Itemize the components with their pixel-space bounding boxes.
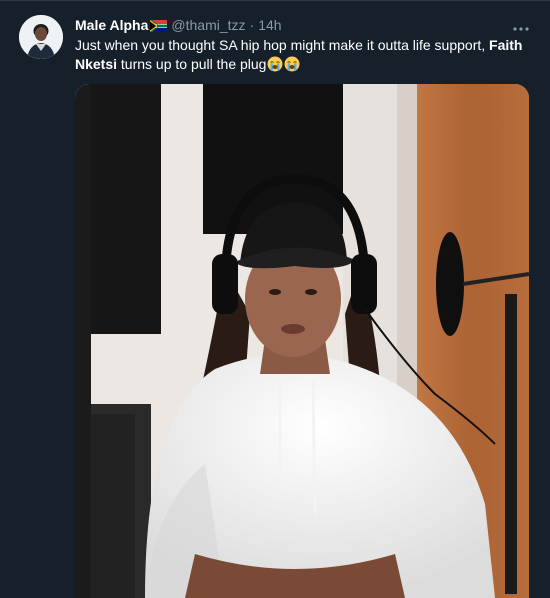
avatar[interactable] [19,15,63,59]
loudly-crying-face-icon [284,56,300,72]
tweet-card[interactable]: Male Alpha @thami_tzz · 14h Just when yo… [0,0,550,598]
timestamp[interactable]: 14h [258,17,281,33]
loudly-crying-face-icon [267,56,283,72]
tweet-header: Male Alpha @thami_tzz · 14h [75,15,282,35]
more-options-icon[interactable] [512,20,530,31]
tweet-text-part: Just when you thought SA hip hop might m… [75,37,490,53]
user-handle[interactable]: @thami_tzz [171,17,245,33]
display-name[interactable]: Male Alpha [75,17,148,33]
video-media[interactable] [75,84,529,598]
tweet-text: Just when you thought SA hip hop might m… [75,36,530,74]
south-africa-flag-icon [150,19,168,32]
separator-dot: · [249,17,255,33]
tweet-text-part: turns up to pull the plug [117,56,267,72]
divider [0,0,550,1]
